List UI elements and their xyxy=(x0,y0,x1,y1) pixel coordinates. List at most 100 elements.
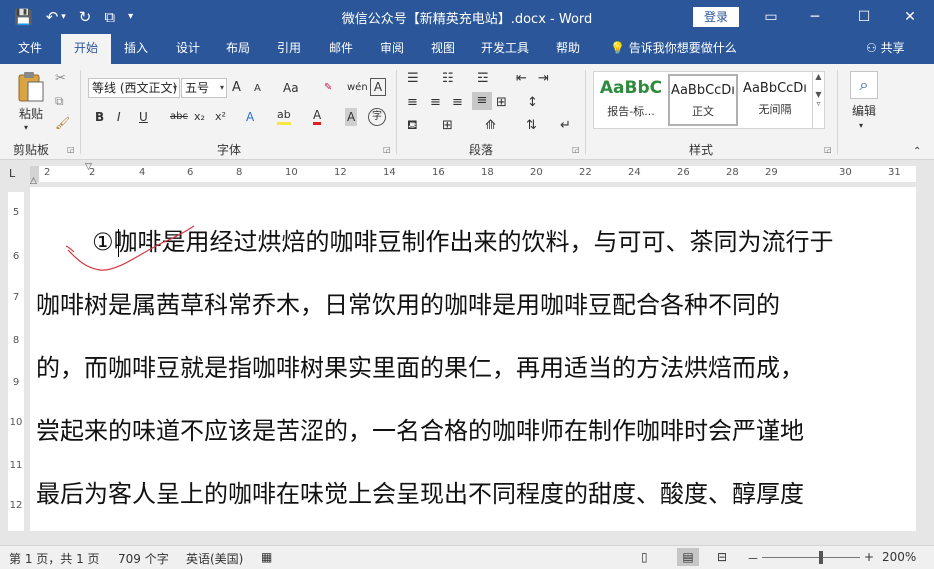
maximize-icon[interactable]: ☐ xyxy=(851,4,877,30)
language-indicator[interactable]: 英语(美国) xyxy=(186,550,243,567)
shrink-font-button[interactable]: A xyxy=(254,80,261,98)
font-color-button[interactable]: A xyxy=(313,108,322,125)
horizontal-ruler[interactable]: L ▽ △ 2 2 4 6 8 10 12 14 16 18 20 22 24 26 28 29 30 31 xyxy=(0,161,934,187)
justify-icon[interactable]: ≡ xyxy=(472,92,492,110)
paragraph[interactable]: 最后为客人呈上的咖啡在味觉上会呈现出不同程度的甜度、酸度、醇厚度 xyxy=(36,479,804,509)
distributed-icon[interactable]: ⊞ xyxy=(496,94,507,112)
document-page[interactable]: ①咖啡是用经过烘焙的咖啡豆制作出来的饮料，与可可、茶同为流行于 咖啡树是属茜草科… xyxy=(30,187,916,531)
ribbon-display-options-icon[interactable]: ▭ xyxy=(758,4,784,30)
login-button[interactable]: 登录 xyxy=(693,7,739,27)
chevron-down-icon: ▾ xyxy=(219,83,224,92)
page-count[interactable]: 第 1 页，共 1 页 xyxy=(9,550,100,567)
paste-button[interactable]: 粘贴 xyxy=(14,105,48,123)
style-item-no-spacing[interactable]: AaBbCcDı 无间隔 xyxy=(740,74,810,126)
tab-insert[interactable]: 插入 xyxy=(124,34,148,64)
touch-mode-icon[interactable]: ⧉ xyxy=(104,6,115,28)
share-button[interactable]: ⚇ 共享 xyxy=(866,34,905,64)
paragraph[interactable]: 的，而咖啡豆就是指咖啡树果实里面的果仁，再用适当的方法烘焙而成， xyxy=(36,353,804,383)
character-shading-button[interactable]: A xyxy=(345,108,358,126)
minimize-icon[interactable]: ─ xyxy=(802,4,828,30)
paragraph[interactable]: 尝起来的味道不应该是苦涩的，一名合格的咖啡师在制作咖啡时会严谨地 xyxy=(36,416,804,446)
clipboard-launcher-icon[interactable]: ◲ xyxy=(67,145,75,154)
multilevel-list-icon[interactable]: ☲ xyxy=(477,70,489,88)
phonetic-guide-button[interactable]: wén xyxy=(347,79,368,97)
cut-icon[interactable]: ✂ xyxy=(55,71,66,86)
paragraph[interactable]: 咖啡树是属茜草科常乔木，日常饮用的咖啡是用咖啡豆配合各种不同的 xyxy=(36,290,780,320)
numbering-icon[interactable]: ☷ xyxy=(442,70,454,88)
zoom-in-button[interactable]: + xyxy=(864,550,874,564)
show-marks-icon[interactable]: ↵ xyxy=(560,117,571,135)
tab-developer[interactable]: 开发工具 xyxy=(481,34,529,64)
sort-icon[interactable]: ⇅ xyxy=(526,117,537,135)
word-count[interactable]: 709 个字 xyxy=(118,550,169,567)
grow-font-button[interactable]: A xyxy=(232,79,241,97)
tab-layout[interactable]: 布局 xyxy=(226,34,250,64)
save-icon[interactable]: 💾 xyxy=(14,6,33,28)
highlight-button[interactable]: ab xyxy=(277,108,291,125)
styles-launcher-icon[interactable]: ◲ xyxy=(824,145,832,154)
align-left-icon[interactable]: ≡ xyxy=(407,94,418,112)
tab-home[interactable]: 开始 xyxy=(61,34,111,64)
font-launcher-icon[interactable]: ◲ xyxy=(383,145,391,154)
editing-button[interactable]: 编辑 xyxy=(850,102,878,120)
tab-mailings[interactable]: 邮件 xyxy=(329,34,353,64)
enclose-characters-button[interactable]: 字 xyxy=(368,108,386,126)
change-case-button[interactable]: Aa xyxy=(283,79,299,97)
tell-me-search[interactable]: 💡 告诉我你想要做什么 xyxy=(610,34,737,64)
styles-scroll[interactable]: ▲ ▼ ▿ xyxy=(812,72,824,128)
zoom-slider-thumb[interactable] xyxy=(819,551,823,564)
customize-qat-icon[interactable]: ▾ xyxy=(128,6,133,28)
left-indent-marker[interactable]: △ xyxy=(30,176,37,186)
tab-help[interactable]: 帮助 xyxy=(556,34,580,64)
subscript-button[interactable]: x₂ xyxy=(194,108,205,126)
zoom-slider[interactable] xyxy=(762,557,860,558)
undo-icon[interactable]: ↶ xyxy=(46,6,59,28)
tab-review[interactable]: 审阅 xyxy=(380,34,404,64)
web-layout-icon[interactable]: ⊟ xyxy=(717,550,727,564)
bullets-icon[interactable]: ☰ xyxy=(407,70,419,88)
clear-formatting-icon[interactable]: ✎ xyxy=(324,79,332,97)
underline-button[interactable]: U xyxy=(139,108,148,126)
align-right-icon[interactable]: ≡ xyxy=(452,94,463,112)
superscript-button[interactable]: x² xyxy=(215,108,226,126)
character-border-button[interactable]: A xyxy=(370,78,386,96)
align-center-icon[interactable]: ≡ xyxy=(430,94,441,112)
zoom-out-button[interactable]: － xyxy=(747,550,759,567)
font-name-dropdown[interactable]: 等线 (西文正文) ▾ xyxy=(88,78,180,98)
bold-button[interactable]: B xyxy=(95,108,104,126)
undo-dropdown-icon[interactable]: ▾ xyxy=(61,6,66,28)
decrease-indent-icon[interactable]: ⇤ xyxy=(516,70,527,88)
shading-icon[interactable]: ⛾ xyxy=(407,117,418,135)
increase-indent-icon[interactable]: ⇥ xyxy=(538,70,549,88)
paragraph-launcher-icon[interactable]: ◲ xyxy=(572,145,580,154)
strikethrough-button[interactable]: abc xyxy=(170,108,188,126)
line-spacing-icon[interactable]: ↕ xyxy=(527,94,538,112)
tab-selector[interactable]: L xyxy=(9,167,15,180)
tab-view[interactable]: 视图 xyxy=(431,34,455,64)
vertical-scrollbar[interactable] xyxy=(916,187,934,531)
style-item-normal[interactable]: AaBbCcDı 正文 xyxy=(668,74,738,126)
tab-file[interactable]: 文件 xyxy=(18,34,42,64)
text-effects-button[interactable]: A xyxy=(246,108,254,126)
print-layout-icon[interactable]: ▤ xyxy=(677,548,699,566)
format-painter-icon[interactable]: 🖌 xyxy=(55,116,70,130)
zoom-level[interactable]: 200% xyxy=(882,550,916,564)
macro-record-icon[interactable]: ▦ xyxy=(261,550,272,564)
font-size-dropdown[interactable]: 五号 ▾ xyxy=(181,78,227,98)
paragraph[interactable]: ①咖啡是用经过烘焙的咖啡豆制作出来的饮料，与可可、茶同为流行于 xyxy=(92,227,834,257)
redo-icon[interactable]: ↻ xyxy=(79,6,92,28)
italic-button[interactable]: I xyxy=(117,108,121,126)
chinese-layout-icon[interactable]: ⟰ xyxy=(485,117,496,135)
paste-dropdown-icon[interactable]: ▾ xyxy=(24,119,28,137)
copy-icon[interactable]: ⧉ xyxy=(55,94,64,109)
borders-icon[interactable]: ⊞ xyxy=(442,117,453,135)
style-item-heading[interactable]: AaBbC 报告-标... xyxy=(596,74,666,126)
close-icon[interactable]: ✕ xyxy=(897,4,923,30)
tab-references[interactable]: 引用 xyxy=(277,34,301,64)
paste-icon[interactable] xyxy=(16,70,46,104)
tab-design[interactable]: 设计 xyxy=(176,34,200,64)
collapse-ribbon-icon[interactable]: ⌃ xyxy=(913,143,921,161)
read-mode-icon[interactable]: ▯ xyxy=(641,550,648,564)
find-icon[interactable]: ⌕ xyxy=(850,71,878,99)
editing-dropdown-icon[interactable]: ▾ xyxy=(859,117,863,135)
